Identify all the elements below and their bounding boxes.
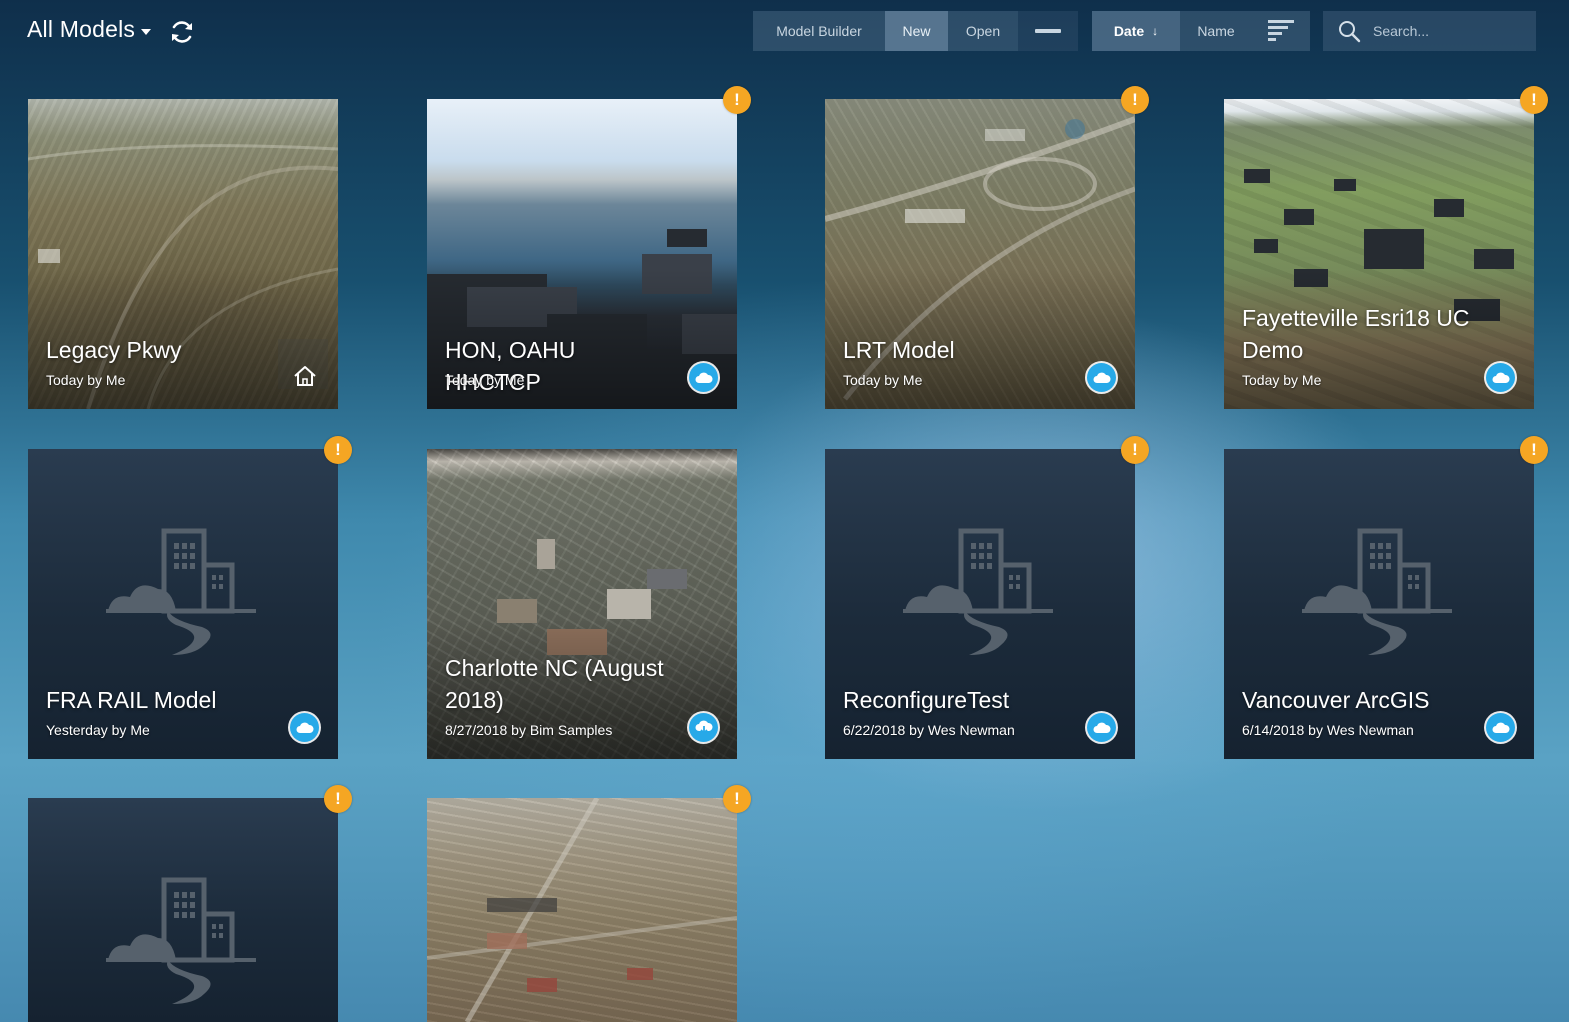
model-card[interactable]: Legacy Pkwy Today by Me	[28, 99, 338, 409]
collapse-button[interactable]	[1018, 11, 1078, 51]
warning-badge[interactable]: !	[723, 785, 751, 813]
model-name: Vancouver ArcGIS	[1242, 687, 1430, 713]
home-icon[interactable]	[292, 363, 318, 389]
cloud-icon[interactable]	[1087, 713, 1116, 742]
warning-badge[interactable]: !	[1520, 436, 1548, 464]
model-filter-dropdown[interactable]: All Models	[27, 16, 152, 43]
warning-badge[interactable]: !	[1121, 436, 1149, 464]
model-meta: Yesterday by Me	[46, 722, 150, 738]
sort-descending-icon: ↓	[1152, 24, 1159, 38]
model-card[interactable]: ! Fayetteville Esri18 UC Demo Today by M…	[1224, 86, 1548, 409]
sort-options-button[interactable]	[1252, 11, 1310, 51]
model-name: ReconfigureTest	[843, 687, 1010, 713]
warning-badge[interactable]: !	[324, 785, 352, 813]
search-icon	[1339, 21, 1361, 43]
sort-name-button[interactable]: Name	[1180, 11, 1252, 51]
cloud-icon[interactable]	[1087, 363, 1116, 392]
model-meta: 8/27/2018 by Bim Samples	[445, 722, 613, 738]
model-thumbnail	[427, 798, 737, 1022]
model-name: LRT Model	[843, 337, 955, 363]
model-card[interactable]: ! FRA RAIL Model Yesterday by Me	[28, 436, 352, 759]
sort-lines-icon	[1268, 20, 1294, 41]
model-meta: Today by Me	[445, 372, 525, 388]
sort-date-button[interactable]: Date ↓	[1092, 11, 1180, 51]
model-name: Legacy Pkwy	[46, 337, 182, 363]
sort-date-label: Date	[1113, 23, 1145, 39]
model-meta: 6/22/2018 by Wes Newman	[843, 722, 1015, 738]
model-meta: 6/14/2018 by Wes Newman	[1242, 722, 1414, 738]
cloud-icon[interactable]	[290, 713, 319, 742]
model-meta: Today by Me	[1242, 372, 1322, 388]
model-card[interactable]: ! LRT Model Today by Me	[825, 86, 1149, 409]
model-name: Fayetteville Esri18 UC Demo	[1242, 305, 1470, 363]
cloud-icon[interactable]	[689, 363, 718, 392]
chevron-down-icon	[141, 28, 152, 35]
model-name: HON, OAHU HHCTCP	[445, 337, 576, 395]
minus-icon	[1035, 29, 1061, 33]
terrain-graphic	[427, 798, 737, 1022]
model-card[interactable]: !	[28, 785, 352, 1022]
model-name: FRA RAIL Model	[46, 687, 217, 713]
building-placeholder-icon	[1302, 528, 1452, 655]
building-placeholder-icon	[106, 528, 256, 655]
model-thumbnail-placeholder	[28, 798, 338, 1022]
page-title: All Models	[27, 16, 136, 42]
model-name: Charlotte NC (August 2018)	[445, 655, 664, 713]
sort-group: Date ↓ Name	[1092, 11, 1310, 51]
building-placeholder-icon	[106, 877, 256, 1004]
building-placeholder-icon	[903, 528, 1053, 655]
cloud-icon[interactable]	[1486, 363, 1515, 392]
model-actions-group: Model Builder New Open	[753, 11, 1018, 51]
top-bar: All Models Model Builder New Open Date ↓…	[0, 0, 1569, 66]
model-card[interactable]: !	[427, 785, 751, 1022]
search-input[interactable]	[1373, 23, 1523, 39]
refresh-icon[interactable]	[168, 18, 196, 46]
model-builder-button[interactable]: Model Builder	[753, 11, 885, 51]
cloud-icon[interactable]	[1486, 713, 1515, 742]
warning-badge[interactable]: !	[723, 86, 751, 114]
open-button[interactable]: Open	[948, 11, 1018, 51]
model-card[interactable]: ! HON, OAHU HHCTCP Today by Me	[427, 86, 751, 409]
model-meta: Today by Me	[46, 372, 126, 388]
model-meta: Today by Me	[843, 372, 923, 388]
warning-badge[interactable]: !	[1121, 86, 1149, 114]
warning-badge[interactable]: !	[1520, 86, 1548, 114]
model-card[interactable]: ! Vancouver ArcGIS 6/14/2018 by Wes Newm…	[1224, 436, 1548, 759]
model-card[interactable]: Charlotte NC (August 2018) 8/27/2018 by …	[427, 449, 737, 759]
search-box	[1323, 11, 1536, 51]
model-card[interactable]: ! ReconfigureTest 6/22/2018 by Wes Newma…	[825, 436, 1149, 759]
new-button[interactable]: New	[885, 11, 948, 51]
warning-badge[interactable]: !	[324, 436, 352, 464]
cloud-download-icon[interactable]	[689, 713, 718, 742]
